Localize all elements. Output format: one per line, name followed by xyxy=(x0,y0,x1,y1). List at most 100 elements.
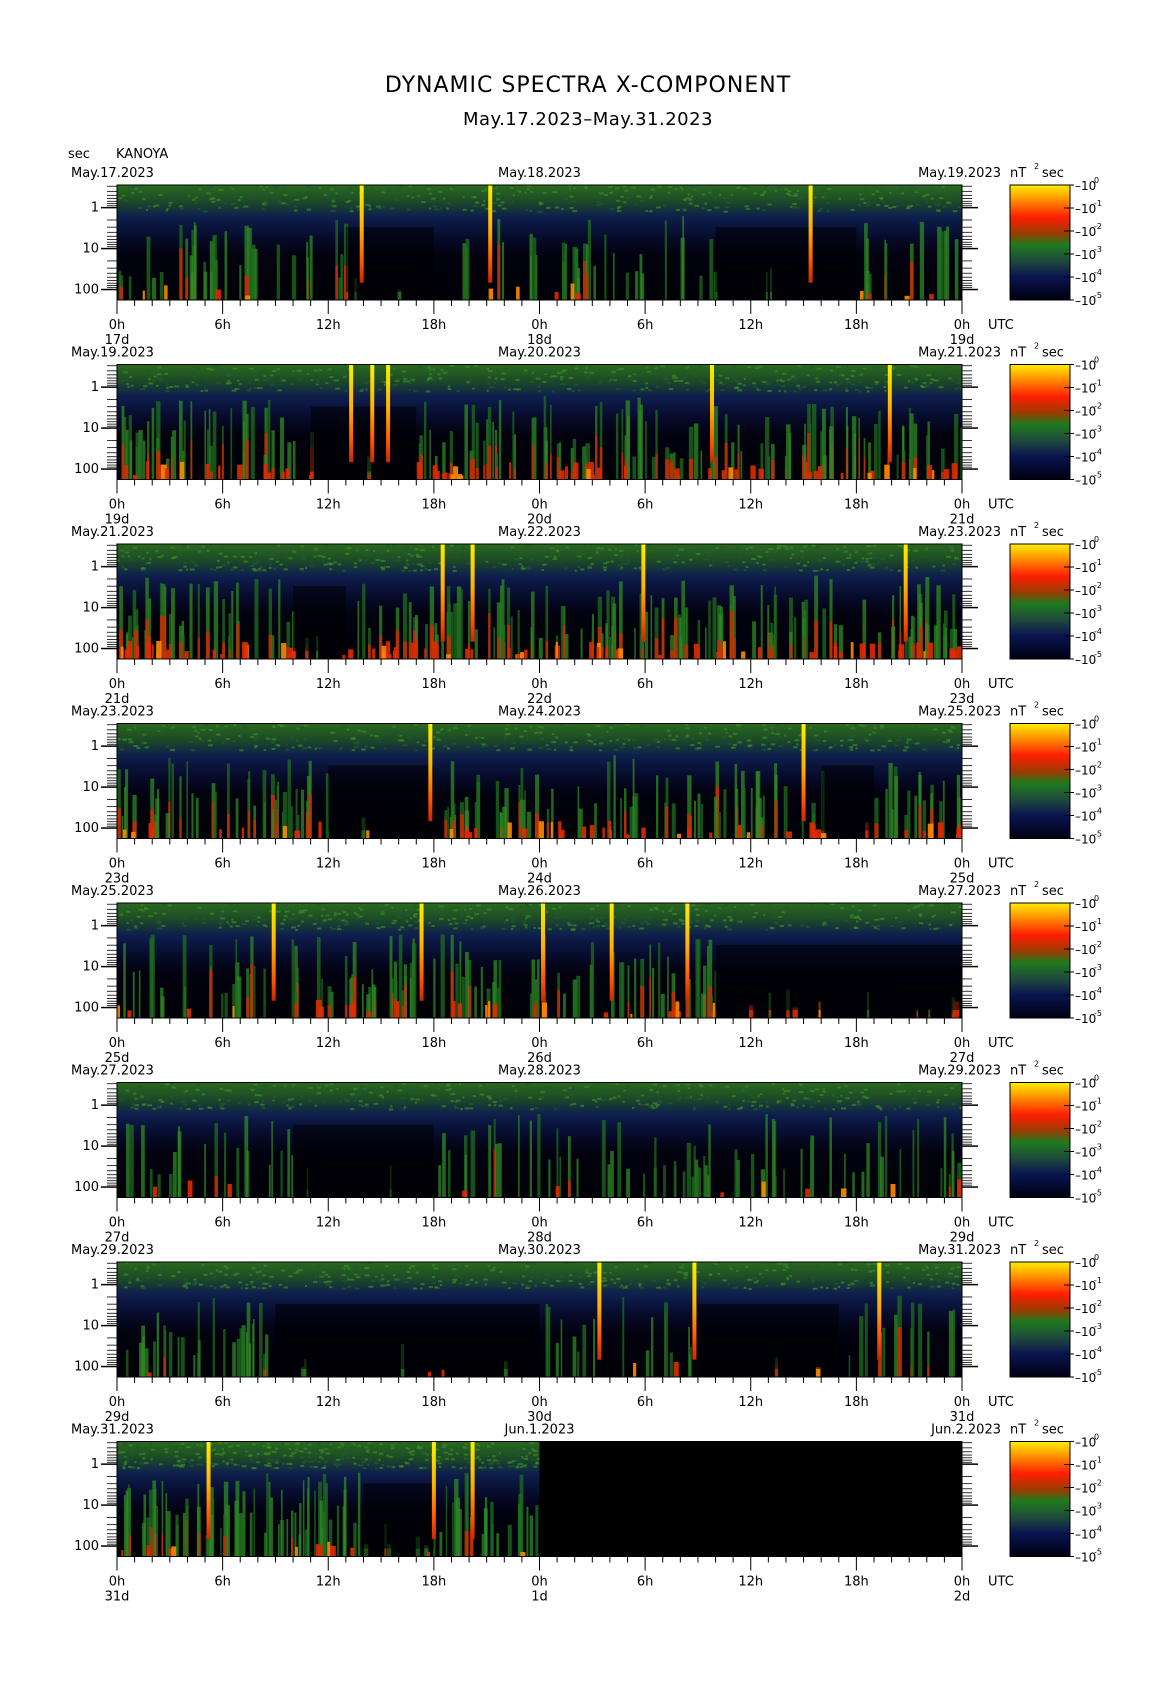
colorbar-tick-exponent: -2 xyxy=(1094,761,1102,770)
x-tick-label: 0h xyxy=(954,677,971,692)
spectrum-heatmap xyxy=(117,903,965,1018)
station-label: KANOYA xyxy=(116,147,168,162)
x-tick-label: 12h xyxy=(316,1216,341,1231)
x-tick-label: 18h xyxy=(844,318,869,333)
x-tick-label: 6h xyxy=(214,1036,231,1051)
panels-group: May.17.2023May.18.2023May.19.2023nT2sec1… xyxy=(71,162,1102,1605)
x-tick-label: 6h xyxy=(637,1395,654,1410)
x-axis-unit: UTC xyxy=(988,1216,1014,1231)
colorbar-unit-tail: sec xyxy=(1042,166,1064,181)
y-tick-label: 10 xyxy=(82,421,99,436)
x-axis-unit: UTC xyxy=(988,318,1014,333)
colorbar-tick-exponent: -5 xyxy=(1094,1548,1102,1557)
colorbar-tick-exponent: -2 xyxy=(1094,222,1102,231)
x-tick-label: 12h xyxy=(316,677,341,692)
colorbar-tick-exponent: -1 xyxy=(1094,738,1102,747)
colorbar-tick-exponent: -1 xyxy=(1094,1276,1102,1285)
x-tick-label: 0h xyxy=(531,498,548,513)
y-tick-label: 100 xyxy=(74,821,99,836)
x-axis-unit: UTC xyxy=(988,857,1014,872)
colorbar: –100–10-1–10-2–10-3–10-4–10-5 xyxy=(1010,1433,1102,1565)
colorbar: –100–10-1–10-2–10-3–10-4–10-5 xyxy=(1010,894,1102,1026)
spike-event xyxy=(710,365,714,463)
colorbar-tick-exponent: 0 xyxy=(1094,176,1099,185)
y-tick-label: 10 xyxy=(82,242,99,257)
x-tick-label: 12h xyxy=(316,1036,341,1051)
spike-event xyxy=(428,724,432,822)
spectrum-panel: May.17.2023May.18.2023May.19.2023nT2sec1… xyxy=(71,162,1102,348)
colorbar-unit: nT xyxy=(1010,1423,1026,1438)
colorbar-tick-exponent: -3 xyxy=(1094,425,1102,434)
y-tick-label: 1 xyxy=(91,919,99,934)
colorbar-unit: nT xyxy=(1010,1064,1026,1079)
y-tick-label: 100 xyxy=(74,1180,99,1195)
spike-event xyxy=(809,185,813,283)
colorbar-tick-exponent: -1 xyxy=(1094,558,1102,567)
x-tick-label: 6h xyxy=(637,318,654,333)
colorbar-tick-exponent: 0 xyxy=(1094,1253,1099,1262)
panel-start-date: May.29.2023 xyxy=(71,1243,154,1258)
x-tick-label: 0h xyxy=(109,1036,126,1051)
x-tick-label: 12h xyxy=(738,318,763,333)
x-tick-label: 0h xyxy=(109,1216,126,1231)
spike-event xyxy=(272,903,276,1001)
colorbar-tick-exponent: 0 xyxy=(1094,1433,1099,1442)
x-tick-label: 12h xyxy=(316,498,341,513)
colorbar-tick-exponent: -1 xyxy=(1094,199,1102,208)
colorbar-tick-exponent: 0 xyxy=(1094,535,1099,544)
x-tick-label: 18h xyxy=(844,857,869,872)
x-tick-label: 0h xyxy=(954,1216,971,1231)
x-tick-label: 0h xyxy=(531,857,548,872)
colorbar-tick-exponent: -5 xyxy=(1094,830,1102,839)
colorbar-tick-exponent: -4 xyxy=(1094,807,1102,816)
y-tick-label: 1 xyxy=(91,380,99,395)
colorbar-unit-tail: sec xyxy=(1042,884,1064,899)
panel-mid-date: May.20.2023 xyxy=(498,346,581,361)
colorbar-tick-exponent: -4 xyxy=(1094,268,1102,277)
colorbar-unit: nT xyxy=(1010,1243,1026,1258)
x-tick-label: 0h xyxy=(531,1216,548,1231)
x-tick-label: 12h xyxy=(738,1216,763,1231)
panel-mid-date: May.26.2023 xyxy=(498,884,581,899)
colorbar-unit-exponent: 2 xyxy=(1034,880,1039,889)
colorbar-tick-exponent: -4 xyxy=(1094,1525,1102,1534)
x-tick-label: 6h xyxy=(214,1395,231,1410)
y-tick-label: 100 xyxy=(74,1360,99,1375)
colorbar-unit: nT xyxy=(1010,166,1026,181)
panel-start-date: May.17.2023 xyxy=(71,166,154,181)
x-tick-label: 18h xyxy=(844,677,869,692)
x-tick-label: 6h xyxy=(214,1575,231,1590)
x-tick-label: 18h xyxy=(421,1216,446,1231)
spectrum-heatmap xyxy=(117,185,962,300)
spike-event xyxy=(386,365,390,463)
spike-event xyxy=(541,903,545,1001)
x-tick-label: 0h xyxy=(954,318,971,333)
y-tick-label: 1 xyxy=(91,1098,99,1113)
colorbar-tick-exponent: -4 xyxy=(1094,986,1102,995)
x-tick-label: 0h xyxy=(109,677,126,692)
colorbar-unit-exponent: 2 xyxy=(1034,521,1039,530)
colorbar-unit: nT xyxy=(1010,705,1026,720)
panel-end-date: May.31.2023 xyxy=(918,1243,1001,1258)
x-tick-label: 12h xyxy=(738,1036,763,1051)
colorbar-tick-exponent: -3 xyxy=(1094,1322,1102,1331)
colorbar-tick-exponent: -3 xyxy=(1094,784,1102,793)
spike-event xyxy=(641,544,645,642)
y-tick-label: 1 xyxy=(91,1278,99,1293)
panel-end-date: May.27.2023 xyxy=(918,884,1001,899)
y-tick-label: 100 xyxy=(74,1001,99,1016)
x-tick-label: 6h xyxy=(637,1216,654,1231)
colorbar-tick-exponent: -3 xyxy=(1094,963,1102,972)
x-tick-label: 18h xyxy=(844,1036,869,1051)
colorbar-tick-exponent: -2 xyxy=(1094,581,1102,590)
panel-mid-date: May.24.2023 xyxy=(498,705,581,720)
y-tick-label: 100 xyxy=(74,642,99,657)
dynamic-spectra-chart: DYNAMIC SPECTRA X-COMPONENT May.17.2023–… xyxy=(0,0,1165,1679)
spectrum-heatmap xyxy=(117,724,966,839)
y-tick-label: 10 xyxy=(82,1498,99,1513)
spike-event xyxy=(692,1262,696,1360)
x-tick-label: 18h xyxy=(421,857,446,872)
x-tick-label: 0h xyxy=(954,1395,971,1410)
x-tick-label: 18h xyxy=(844,498,869,513)
panel-mid-date: May.22.2023 xyxy=(498,525,581,540)
